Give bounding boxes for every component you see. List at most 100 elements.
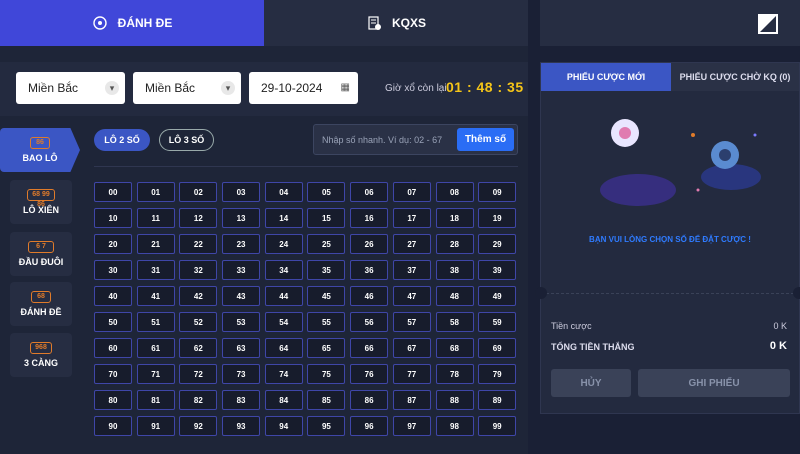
- number-cell[interactable]: 15: [307, 208, 346, 228]
- number-cell[interactable]: 25: [307, 234, 346, 254]
- number-cell[interactable]: 43: [222, 286, 261, 306]
- number-cell[interactable]: 94: [264, 416, 303, 436]
- number-cell[interactable]: 16: [350, 208, 389, 228]
- tab-kqxs[interactable]: KQXS: [264, 0, 528, 46]
- number-cell[interactable]: 88: [435, 390, 474, 410]
- number-cell[interactable]: 29: [478, 234, 517, 254]
- number-cell[interactable]: 28: [435, 234, 474, 254]
- number-cell[interactable]: 03: [222, 182, 261, 202]
- number-cell[interactable]: 39: [478, 260, 517, 280]
- number-cell[interactable]: 08: [435, 182, 474, 202]
- number-cell[interactable]: 34: [264, 260, 303, 280]
- number-cell[interactable]: 21: [136, 234, 175, 254]
- region-select-1[interactable]: Miền Bắc ▾: [16, 72, 125, 104]
- number-cell[interactable]: 35: [307, 260, 346, 280]
- number-cell[interactable]: 44: [264, 286, 303, 306]
- number-cell[interactable]: 92: [179, 416, 218, 436]
- tab-new-slip[interactable]: PHIẾU CƯỢC MỚI: [541, 63, 671, 91]
- number-cell[interactable]: 61: [136, 338, 175, 358]
- number-cell[interactable]: 38: [435, 260, 474, 280]
- number-cell[interactable]: 48: [435, 286, 474, 306]
- number-cell[interactable]: 67: [392, 338, 431, 358]
- number-cell[interactable]: 55: [307, 312, 346, 332]
- number-cell[interactable]: 96: [350, 416, 389, 436]
- number-cell[interactable]: 77: [392, 364, 431, 384]
- number-cell[interactable]: 04: [264, 182, 303, 202]
- add-number-button[interactable]: Thêm số: [457, 128, 514, 151]
- number-cell[interactable]: 27: [392, 234, 431, 254]
- number-cell[interactable]: 85: [307, 390, 346, 410]
- number-cell[interactable]: 81: [136, 390, 175, 410]
- number-cell[interactable]: 22: [179, 234, 218, 254]
- number-cell[interactable]: 47: [392, 286, 431, 306]
- number-cell[interactable]: 52: [179, 312, 218, 332]
- number-cell[interactable]: 66: [350, 338, 389, 358]
- number-cell[interactable]: 06: [350, 182, 389, 202]
- date-picker[interactable]: 29-10-2024 ▦: [249, 72, 358, 104]
- number-cell[interactable]: 84: [264, 390, 303, 410]
- number-cell[interactable]: 74: [264, 364, 303, 384]
- sidebar-item-lo-xien[interactable]: 68 99 86 LÔ XIÊN: [10, 180, 72, 224]
- lo-3-so-button[interactable]: LÔ 3 SỐ: [159, 129, 214, 151]
- number-cell[interactable]: 13: [222, 208, 261, 228]
- number-cell[interactable]: 10: [94, 208, 132, 228]
- number-cell[interactable]: 71: [136, 364, 175, 384]
- number-cell[interactable]: 91: [136, 416, 175, 436]
- quick-number-input[interactable]: [322, 131, 457, 149]
- number-cell[interactable]: 60: [94, 338, 132, 358]
- number-cell[interactable]: 51: [136, 312, 175, 332]
- sidebar-item-bao-lo[interactable]: 86 BAO LÔ: [0, 128, 80, 172]
- number-cell[interactable]: 89: [478, 390, 517, 410]
- number-cell[interactable]: 17: [392, 208, 431, 228]
- number-cell[interactable]: 63: [222, 338, 261, 358]
- number-cell[interactable]: 30: [94, 260, 132, 280]
- number-cell[interactable]: 95: [307, 416, 346, 436]
- sidebar-item-3-cang[interactable]: 968 3 CÀNG: [10, 333, 72, 377]
- number-cell[interactable]: 83: [222, 390, 261, 410]
- number-cell[interactable]: 05: [307, 182, 346, 202]
- number-cell[interactable]: 23: [222, 234, 261, 254]
- number-cell[interactable]: 57: [392, 312, 431, 332]
- number-cell[interactable]: 80: [94, 390, 132, 410]
- number-cell[interactable]: 09: [478, 182, 517, 202]
- number-cell[interactable]: 32: [179, 260, 218, 280]
- tab-danh-de[interactable]: ĐÁNH ĐE: [0, 0, 264, 46]
- number-cell[interactable]: 00: [94, 182, 132, 202]
- number-cell[interactable]: 73: [222, 364, 261, 384]
- number-cell[interactable]: 97: [392, 416, 431, 436]
- number-cell[interactable]: 26: [350, 234, 389, 254]
- number-cell[interactable]: 45: [307, 286, 346, 306]
- number-cell[interactable]: 78: [435, 364, 474, 384]
- save-slip-button[interactable]: GHI PHIẾU: [638, 369, 790, 397]
- number-cell[interactable]: 62: [179, 338, 218, 358]
- number-cell[interactable]: 19: [478, 208, 517, 228]
- number-cell[interactable]: 65: [307, 338, 346, 358]
- number-cell[interactable]: 72: [179, 364, 218, 384]
- number-cell[interactable]: 53: [222, 312, 261, 332]
- number-cell[interactable]: 79: [478, 364, 517, 384]
- number-cell[interactable]: 20: [94, 234, 132, 254]
- number-cell[interactable]: 11: [136, 208, 175, 228]
- number-cell[interactable]: 24: [264, 234, 303, 254]
- number-cell[interactable]: 42: [179, 286, 218, 306]
- number-cell[interactable]: 82: [179, 390, 218, 410]
- number-cell[interactable]: 56: [350, 312, 389, 332]
- number-cell[interactable]: 59: [478, 312, 517, 332]
- number-cell[interactable]: 58: [435, 312, 474, 332]
- number-cell[interactable]: 33: [222, 260, 261, 280]
- lo-2-so-button[interactable]: LÔ 2 SỐ: [94, 129, 150, 151]
- sidebar-item-dau-duoi[interactable]: 6 7 ĐẦU ĐUÔI: [10, 232, 72, 276]
- number-cell[interactable]: 86: [350, 390, 389, 410]
- number-cell[interactable]: 31: [136, 260, 175, 280]
- number-cell[interactable]: 93: [222, 416, 261, 436]
- tab-pending-slip[interactable]: PHIẾU CƯỢC CHỜ KQ (0): [671, 63, 799, 91]
- number-cell[interactable]: 40: [94, 286, 132, 306]
- number-cell[interactable]: 76: [350, 364, 389, 384]
- number-cell[interactable]: 49: [478, 286, 517, 306]
- number-cell[interactable]: 02: [179, 182, 218, 202]
- number-cell[interactable]: 46: [350, 286, 389, 306]
- number-cell[interactable]: 14: [264, 208, 303, 228]
- region-select-2[interactable]: Miền Bắc ▾: [133, 72, 241, 104]
- cancel-button[interactable]: HỦY: [551, 369, 631, 397]
- number-cell[interactable]: 69: [478, 338, 517, 358]
